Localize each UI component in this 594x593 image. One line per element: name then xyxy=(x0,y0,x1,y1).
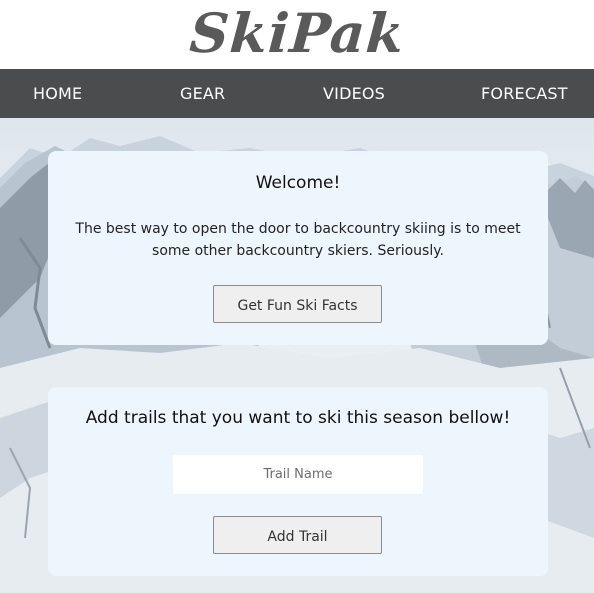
main-nav: HOME GEAR VIDEOS FORECAST xyxy=(0,69,594,118)
nav-item-home[interactable]: HOME xyxy=(33,69,82,118)
nav-item-videos[interactable]: VIDEOS xyxy=(323,69,385,118)
nav-item-forecast[interactable]: FORECAST xyxy=(481,69,568,118)
add-trails-card: Add trails that you want to ski this sea… xyxy=(48,387,548,576)
add-trail-button[interactable]: Add Trail xyxy=(213,516,382,554)
welcome-title: Welcome! xyxy=(255,173,341,193)
nav-item-gear[interactable]: GEAR xyxy=(180,69,225,118)
add-trails-title: Add trails that you want to ski this sea… xyxy=(85,408,511,428)
site-logo[interactable]: SkiPak xyxy=(188,1,407,65)
get-fun-ski-facts-button[interactable]: Get Fun Ski Facts xyxy=(213,285,382,323)
welcome-body-text: The best way to open the door to backcou… xyxy=(75,221,521,259)
trail-name-input[interactable] xyxy=(173,455,423,494)
mountain-background-image: Welcome! The best way to open the door t… xyxy=(0,118,594,593)
welcome-card: Welcome! The best way to open the door t… xyxy=(48,151,548,345)
site-header: SkiPak xyxy=(0,0,594,69)
